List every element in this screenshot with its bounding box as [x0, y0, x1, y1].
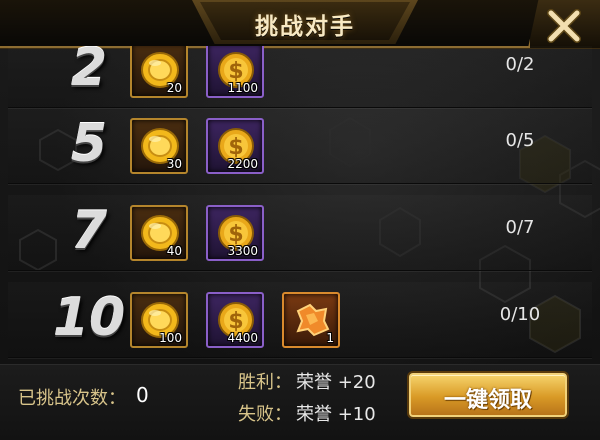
lose-reward: 失败： 荣誉 +10: [238, 400, 376, 426]
progress-count: 0/7: [505, 217, 535, 238]
reward-quantity: 1100: [227, 81, 258, 95]
lose-value: 荣誉 +10: [296, 404, 376, 425]
challenge-panel: 挑战对手 2 20 $ 1100 0/2 5 30 $ 2200 0/5 7 4…: [0, 0, 600, 440]
win-reward: 胜利： 荣誉 +20: [238, 368, 376, 394]
reward-row-rank-5: 5 30 $ 2200 0/5: [8, 108, 592, 184]
reward-quantity: 1: [326, 331, 334, 345]
reward-quantity: 3300: [227, 244, 258, 258]
progress-count: 0/2: [505, 54, 535, 75]
reward-item-money[interactable]: $ 2200: [206, 118, 264, 174]
reward-rows-list[interactable]: 2 20 $ 1100 0/2 5 30 $ 2200 0/5 7 40 $ 3…: [8, 46, 592, 364]
rank-number: 10: [52, 288, 126, 348]
reward-row-rank-2: 2 20 $ 1100 0/2: [8, 46, 592, 108]
claim-all-button[interactable]: 一键领取: [409, 373, 567, 417]
reward-quantity: 4400: [227, 331, 258, 345]
win-label: 胜利：: [238, 372, 292, 393]
lose-label: 失败：: [238, 404, 292, 425]
win-value: 荣誉 +20: [296, 372, 376, 393]
progress-count: 0/10: [499, 304, 541, 325]
header-bar: 挑战对手: [0, 0, 600, 48]
challenge-count-label: 已挑战次数：: [18, 388, 126, 409]
reward-quantity: 20: [166, 81, 182, 95]
reward-item-money[interactable]: $ 4400: [206, 292, 264, 348]
page-title: 挑战对手: [255, 13, 355, 40]
reward-item-gold[interactable]: 30: [130, 118, 188, 174]
close-x-icon[interactable]: [544, 6, 584, 46]
reward-row-rank-10: 10 100 $ 4400 1 0/10: [8, 282, 592, 358]
reward-item-gold[interactable]: 40: [130, 205, 188, 261]
progress-count: 0/5: [505, 130, 535, 151]
reward-item-gold[interactable]: 20: [130, 46, 188, 98]
reward-quantity: 100: [159, 331, 182, 345]
reward-item-money[interactable]: $ 1100: [206, 46, 264, 98]
reward-item-fragment[interactable]: 1: [282, 292, 340, 348]
challenge-count-value: 0: [136, 383, 149, 407]
rank-number: 7: [70, 201, 108, 261]
reward-quantity: 30: [166, 157, 182, 171]
reward-quantity: 40: [166, 244, 182, 258]
claim-all-label: 一键领取: [443, 387, 532, 413]
rank-number: 2: [70, 46, 108, 98]
rank-number: 5: [70, 114, 108, 174]
reward-quantity: 2200: [227, 157, 258, 171]
reward-item-gold[interactable]: 100: [130, 292, 188, 348]
reward-item-money[interactable]: $ 3300: [206, 205, 264, 261]
reward-row-rank-7: 7 40 $ 3300 0/7: [8, 195, 592, 271]
